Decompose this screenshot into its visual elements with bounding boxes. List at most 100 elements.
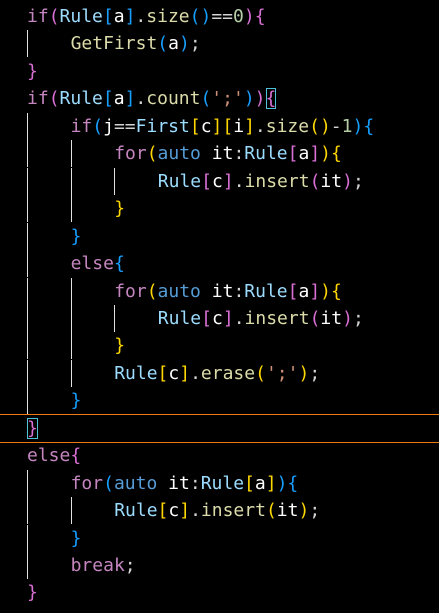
code-line[interactable]: GetFirst(a); <box>0 30 439 58</box>
code-text: Rule[c].insert(it); <box>114 497 320 524</box>
code-token: ( <box>200 88 212 110</box>
code-line[interactable]: } <box>0 415 439 442</box>
code-line[interactable]: } <box>0 222 439 250</box>
code-token: insert <box>244 307 310 329</box>
indent-guide <box>27 30 28 58</box>
code-text: else{ <box>71 250 125 277</box>
indent-guide <box>70 277 72 305</box>
code-token: } <box>114 335 126 357</box>
code-token: Rule <box>114 362 158 384</box>
code-token: ] <box>124 88 136 110</box>
indent-guide <box>27 497 28 525</box>
code-token: } <box>27 60 38 82</box>
code-token: c <box>168 500 180 522</box>
indent-guide <box>70 497 72 525</box>
code-token: insert <box>200 500 266 522</box>
code-token: c <box>200 115 212 137</box>
code-token: it <box>320 307 343 329</box>
code-token: size <box>265 115 310 137</box>
code-line[interactable]: } <box>0 579 439 606</box>
code-token: c <box>212 307 223 329</box>
indent-guide <box>70 140 72 168</box>
code-token: { <box>70 445 82 467</box>
code-token: break <box>70 555 125 576</box>
code-line[interactable]: } <box>0 195 439 223</box>
code-text: } <box>114 332 125 359</box>
indent-guide <box>70 332 72 360</box>
code-line[interactable]: } <box>0 332 439 360</box>
code-token: j <box>103 115 114 137</box>
code-token: { <box>331 143 342 165</box>
code-token: if <box>27 88 49 110</box>
code-line[interactable]: for(auto it:Rule[a]){ <box>0 277 439 305</box>
code-token: ( <box>103 472 114 494</box>
code-line[interactable]: else{ <box>0 250 439 278</box>
code-token: ) <box>178 33 190 55</box>
code-token: c <box>168 362 180 384</box>
code-line[interactable]: for(auto it:Rule[a]){ <box>0 469 439 497</box>
code-token: ';' <box>211 88 244 110</box>
code-text: } <box>71 387 82 414</box>
indent-guide <box>27 250 28 278</box>
indent-guide <box>27 277 28 305</box>
code-line[interactable]: for(auto it:Rule[a]){ <box>0 140 439 168</box>
code-token: ] <box>124 6 136 27</box>
code-text: for(auto it:Rule[a]){ <box>114 140 342 167</box>
code-editor[interactable]: if(Rule[a].size()==0){GetFirst(a);} if(Ru… <box>0 0 439 613</box>
code-token: ) <box>298 500 310 522</box>
code-line[interactable]: if(j==First[c][i].size()-1){ <box>0 112 439 140</box>
code-token: a <box>254 472 266 494</box>
code-token: a <box>298 280 310 302</box>
code-token: auto <box>157 280 201 302</box>
code-line[interactable]: } <box>0 58 439 85</box>
code-token: ( <box>146 280 158 302</box>
code-token: it <box>168 472 190 494</box>
code-token: [ <box>287 280 299 302</box>
code-line[interactable]: else{ <box>0 442 439 469</box>
indent-guide <box>27 524 28 552</box>
code-token: [ <box>157 362 169 384</box>
code-token: size <box>146 6 190 27</box>
code-line[interactable]: break; <box>0 552 439 579</box>
code-token: ) <box>298 362 310 384</box>
code-token: insert <box>244 170 310 192</box>
code-token: ( <box>265 500 277 522</box>
code-token: . <box>190 500 201 522</box>
code-token: Rule <box>157 307 202 329</box>
code-text: for(auto it:Rule[a]){ <box>114 278 342 305</box>
code-line[interactable]: Rule[c].insert(it); <box>0 304 439 332</box>
code-token: GetFirst <box>70 33 158 55</box>
code-token: ( <box>48 6 60 27</box>
code-line[interactable]: } <box>0 387 439 415</box>
code-line[interactable]: } <box>0 524 439 552</box>
code-token: ] <box>244 115 255 137</box>
code-token: Rule <box>244 143 288 165</box>
code-token: [ <box>157 500 169 522</box>
code-line[interactable]: if(Rule[a].count(';')){ <box>0 85 439 112</box>
code-line[interactable]: Rule[c].insert(it); <box>0 497 439 525</box>
code-token: Rule <box>244 280 288 302</box>
code-token: ] <box>265 472 277 494</box>
code-token: [ <box>201 170 212 192</box>
code-token: count <box>146 88 201 110</box>
code-text: Rule[c].insert(it); <box>158 305 364 332</box>
code-token: ] <box>179 500 191 522</box>
code-token: Rule <box>59 6 103 27</box>
indent-guide <box>70 359 72 387</box>
code-token: ] <box>222 307 234 329</box>
code-token: ; <box>352 307 364 329</box>
code-text: if(j==First[c][i].size()-1){ <box>71 113 375 140</box>
code-line[interactable]: Rule[c].insert(it); <box>0 167 439 195</box>
code-text: GetFirst(a); <box>71 30 201 57</box>
code-token: [ <box>244 472 255 494</box>
code-token: { <box>331 280 342 302</box>
code-token: ) <box>352 115 364 137</box>
code-line[interactable]: if(Rule[a].size()==0){ <box>0 3 439 30</box>
code-token: } <box>114 198 126 220</box>
code-token: ) <box>342 170 353 192</box>
code-token: . <box>135 6 147 27</box>
code-line[interactable]: Rule[c].erase(';'); <box>0 359 439 387</box>
code-text: } <box>27 58 38 85</box>
indent-guide <box>114 167 116 195</box>
